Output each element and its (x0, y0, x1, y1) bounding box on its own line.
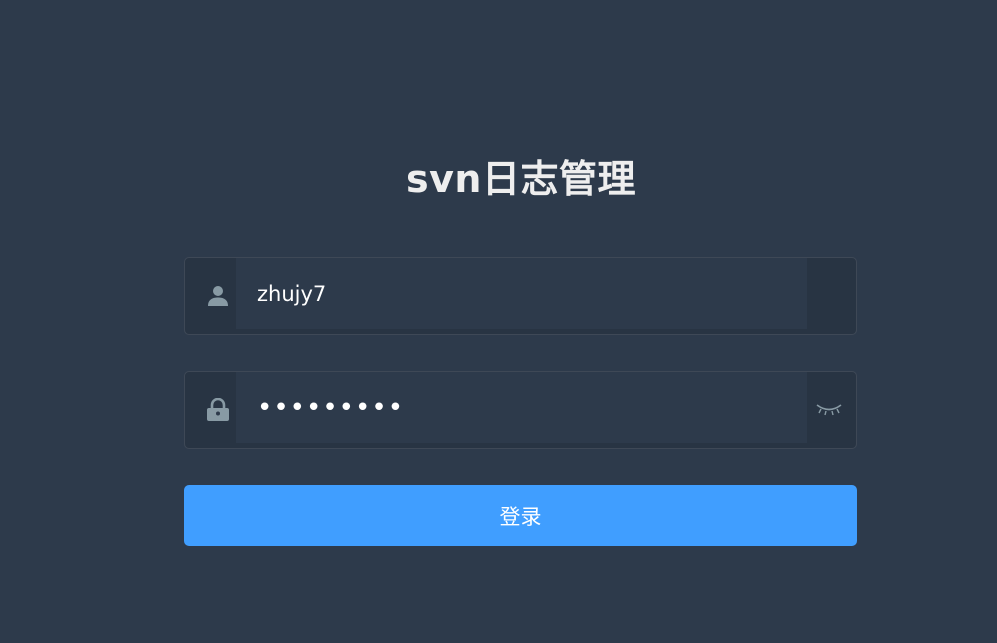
eye-closed-icon[interactable] (814, 372, 844, 448)
login-button[interactable]: 登录 (184, 485, 857, 546)
password-input-wrapper (236, 372, 807, 443)
page-title: svn日志管理 (406, 157, 636, 201)
username-input-wrapper (236, 258, 807, 329)
lock-icon (205, 372, 231, 448)
login-page: svn日志管理 zhujy7 ••••••••• 登录 (0, 0, 997, 643)
password-input[interactable] (236, 372, 807, 443)
username-field (184, 257, 857, 335)
user-icon (205, 258, 231, 334)
username-input[interactable] (236, 258, 807, 329)
password-field (184, 371, 857, 449)
